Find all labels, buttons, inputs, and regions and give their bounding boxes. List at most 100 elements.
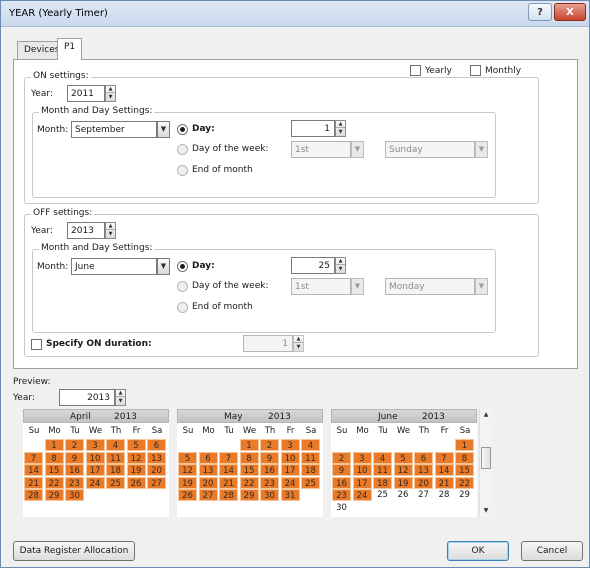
on-eom-radio[interactable] xyxy=(177,165,188,176)
calendar-day[interactable]: 14 xyxy=(24,464,43,477)
off-dow-nth-select[interactable]: 1st xyxy=(291,278,351,295)
calendar-day[interactable]: 5 xyxy=(393,451,413,464)
on-day-radio[interactable] xyxy=(177,124,188,135)
calendar-day[interactable]: 17 xyxy=(280,464,300,477)
calendar-day[interactable]: 31 xyxy=(280,489,300,502)
calendar-day[interactable]: 26 xyxy=(126,476,146,489)
preview-scrollbar[interactable]: ▲ ▼ xyxy=(479,409,491,517)
calendar-day[interactable]: 9 xyxy=(65,451,84,464)
calendar-day[interactable]: 12 xyxy=(178,464,197,477)
chevron-down-icon[interactable]: ▼ xyxy=(475,278,488,295)
calendar-day[interactable]: 19 xyxy=(178,476,197,489)
calendar-day[interactable]: 25 xyxy=(106,476,125,489)
calendar-day[interactable]: 19 xyxy=(126,464,146,477)
calendar-day[interactable]: 11 xyxy=(373,464,392,477)
calendar-day[interactable]: 6 xyxy=(414,451,433,464)
calendar-day[interactable]: 28 xyxy=(24,489,43,502)
calendar-day[interactable]: 1 xyxy=(455,439,474,451)
calendar-day[interactable]: 26 xyxy=(178,489,197,502)
calendar-day[interactable]: 28 xyxy=(219,489,238,502)
calendar-day[interactable]: 9 xyxy=(332,464,351,477)
calendar-day[interactable]: 22 xyxy=(455,476,474,489)
calendar-day[interactable]: 22 xyxy=(239,476,259,489)
calendar-day[interactable]: 2 xyxy=(332,451,351,464)
off-day-spinner[interactable]: ▲ ▼ xyxy=(335,257,346,274)
calendar-day[interactable]: 24 xyxy=(85,476,105,489)
calendar-day[interactable]: 16 xyxy=(332,476,351,489)
preview-year-input[interactable]: 2013 xyxy=(59,389,115,406)
calendar-day[interactable]: 14 xyxy=(434,464,454,477)
calendar-day[interactable]: 14 xyxy=(219,464,238,477)
on-dow-day-select[interactable]: Sunday xyxy=(385,141,475,158)
calendar-day[interactable]: 23 xyxy=(65,476,84,489)
calendar-day[interactable]: 30 xyxy=(260,489,279,502)
calendar-day[interactable]: 25 xyxy=(301,476,320,489)
ok-button[interactable]: OK xyxy=(447,541,509,561)
help-button[interactable]: ? xyxy=(528,3,552,21)
calendar-day[interactable]: 4 xyxy=(373,451,392,464)
calendar-day[interactable]: 8 xyxy=(239,451,259,464)
calendar-day[interactable]: 10 xyxy=(85,451,105,464)
calendar-day[interactable]: 13 xyxy=(414,464,433,477)
calendar-day[interactable]: 7 xyxy=(219,451,238,464)
chevron-down-icon[interactable]: ▼ xyxy=(157,121,170,138)
cancel-button[interactable]: Cancel xyxy=(521,541,583,561)
calendar-day[interactable]: 4 xyxy=(301,439,320,451)
chevron-down-icon[interactable]: ▼ xyxy=(475,141,488,158)
calendar-day[interactable]: 21 xyxy=(219,476,238,489)
off-eom-radio[interactable] xyxy=(177,302,188,313)
calendar-day[interactable]: 18 xyxy=(301,464,320,477)
scroll-thumb[interactable] xyxy=(481,447,491,469)
chevron-down-icon[interactable]: ▼ xyxy=(157,258,170,275)
off-dow-radio[interactable] xyxy=(177,281,188,292)
calendar-day[interactable]: 24 xyxy=(280,476,300,489)
calendar-day[interactable]: 7 xyxy=(24,451,43,464)
duration-checkbox[interactable] xyxy=(31,339,42,350)
duration-input[interactable]: 1 xyxy=(243,335,293,352)
calendar-day[interactable]: 2 xyxy=(260,439,279,451)
calendar-day[interactable]: 1 xyxy=(239,439,259,451)
data-register-button[interactable]: Data Register Allocation xyxy=(13,541,135,561)
calendar-day[interactable]: 1 xyxy=(44,439,64,451)
calendar-day[interactable]: 26 xyxy=(394,489,413,501)
calendar-day[interactable]: 24 xyxy=(352,489,372,502)
calendar-day[interactable]: 23 xyxy=(260,476,279,489)
calendar-day[interactable]: 15 xyxy=(239,464,259,477)
calendar-day[interactable]: 30 xyxy=(332,502,351,514)
calendar-day[interactable]: 18 xyxy=(373,476,392,489)
on-day-input[interactable]: 1 xyxy=(291,120,335,137)
close-button[interactable]: X xyxy=(554,3,586,21)
calendar-day[interactable]: 17 xyxy=(85,464,105,477)
calendar-day[interactable]: 29 xyxy=(455,489,474,501)
calendar-day[interactable]: 16 xyxy=(260,464,279,477)
calendar-day[interactable]: 27 xyxy=(147,476,166,489)
calendar-day[interactable]: 16 xyxy=(65,464,84,477)
calendar-day[interactable]: 19 xyxy=(393,476,413,489)
tab-p1[interactable]: P1 xyxy=(57,38,83,60)
calendar-day[interactable]: 3 xyxy=(280,439,300,451)
calendar-day[interactable]: 11 xyxy=(106,451,125,464)
chevron-down-icon[interactable]: ▼ xyxy=(351,278,364,295)
off-day-input[interactable]: 25 xyxy=(291,257,335,274)
calendar-day[interactable]: 8 xyxy=(44,451,64,464)
calendar-day[interactable]: 21 xyxy=(434,476,454,489)
off-day-radio[interactable] xyxy=(177,261,188,272)
chevron-down-icon[interactable]: ▼ xyxy=(351,141,364,158)
on-dow-nth-select[interactable]: 1st xyxy=(291,141,351,158)
off-dow-day-select[interactable]: Monday xyxy=(385,278,475,295)
calendar-day[interactable]: 6 xyxy=(198,451,218,464)
calendar-day[interactable]: 12 xyxy=(393,464,413,477)
on-dow-radio[interactable] xyxy=(177,144,188,155)
calendar-day[interactable]: 17 xyxy=(352,476,372,489)
calendar-day[interactable]: 12 xyxy=(126,451,146,464)
monthly-checkbox[interactable] xyxy=(470,65,481,76)
on-year-input[interactable]: 2011 xyxy=(67,85,105,102)
calendar-day[interactable]: 5 xyxy=(126,439,146,451)
off-month-select[interactable]: June xyxy=(71,258,157,275)
calendar-day[interactable]: 30 xyxy=(65,489,84,502)
calendar-day[interactable]: 15 xyxy=(455,464,474,477)
calendar-day[interactable]: 6 xyxy=(147,439,166,451)
preview-year-spinner[interactable]: ▲ ▼ xyxy=(115,389,126,406)
scroll-up-icon[interactable]: ▲ xyxy=(480,409,492,421)
calendar-day[interactable]: 11 xyxy=(301,451,320,464)
